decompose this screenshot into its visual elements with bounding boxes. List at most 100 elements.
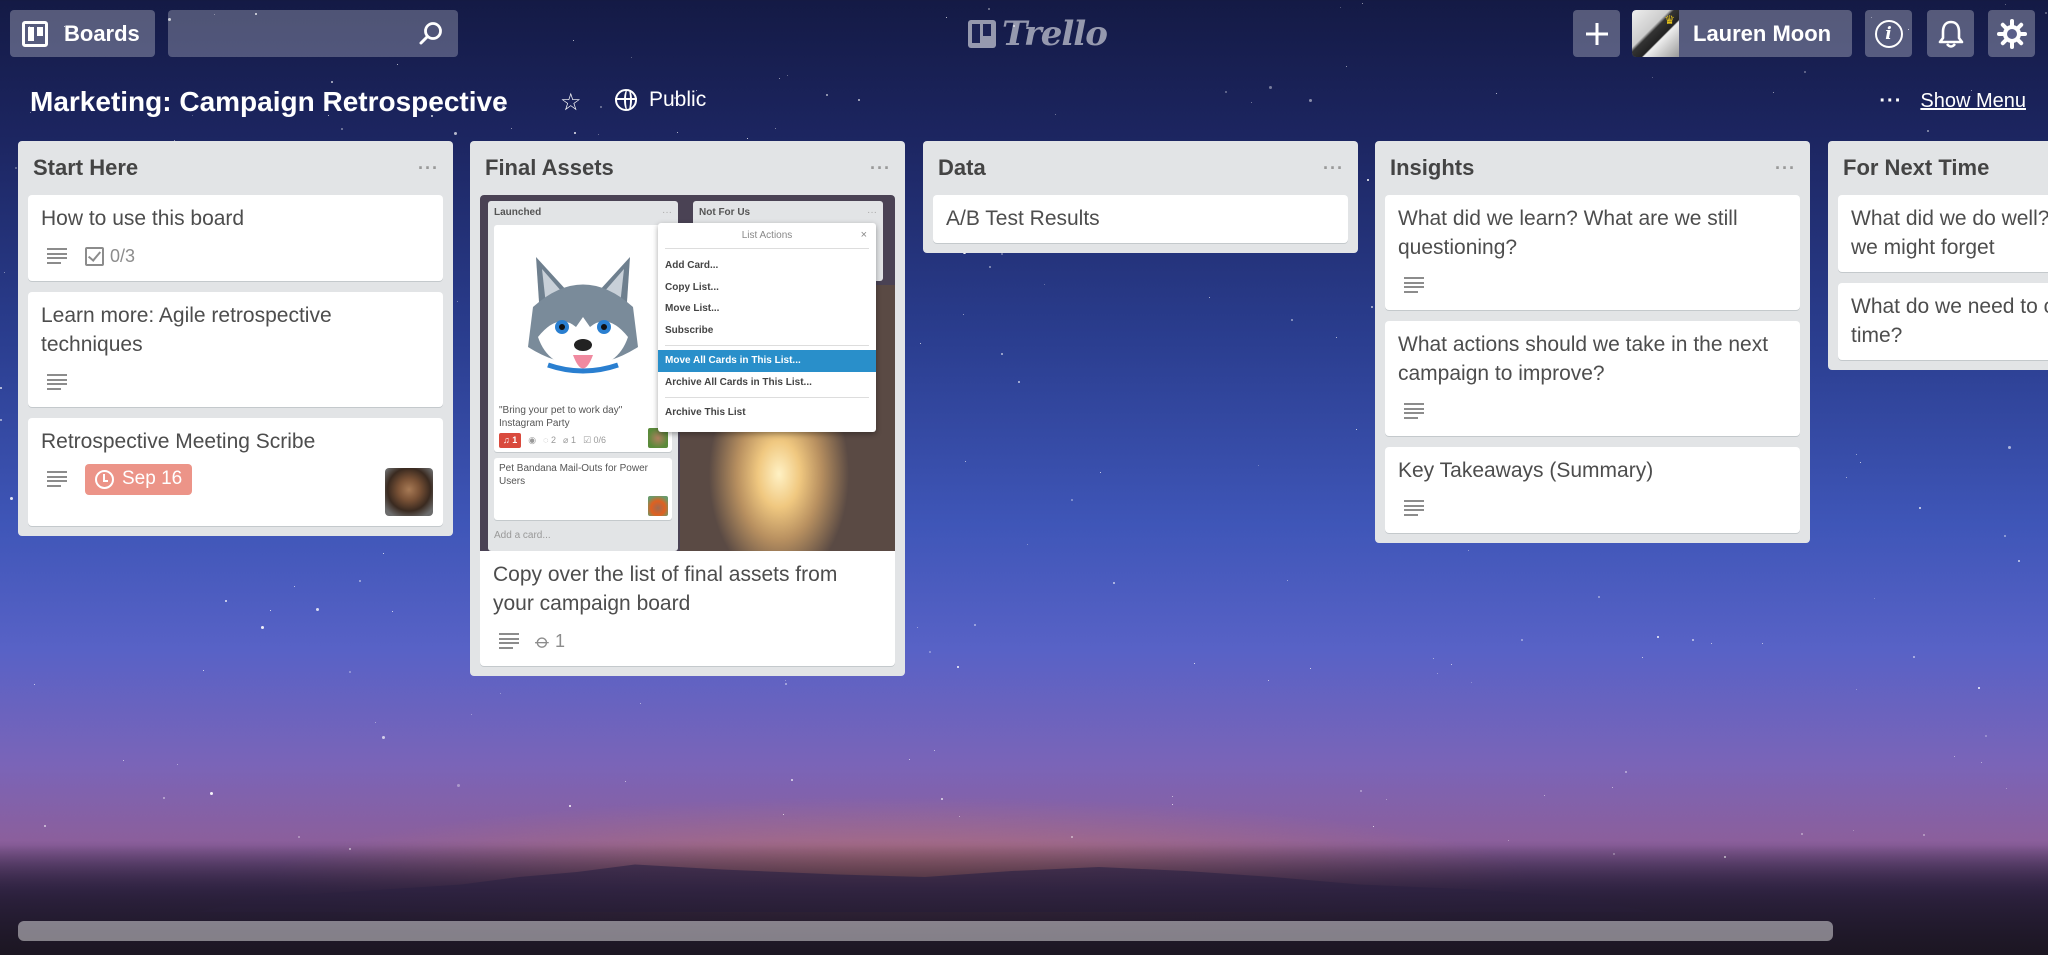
star bbox=[1071, 836, 1074, 839]
star bbox=[1451, 663, 1453, 665]
star bbox=[1268, 85, 1272, 89]
popover-header: List Actions × bbox=[665, 223, 869, 249]
settings-button[interactable] bbox=[1988, 10, 2035, 57]
star bbox=[858, 98, 861, 101]
visibility-button[interactable]: Public bbox=[615, 88, 706, 112]
list-menu-icon[interactable]: ··· bbox=[870, 158, 891, 179]
description-icon bbox=[1404, 403, 1424, 419]
add-button[interactable] bbox=[1573, 10, 1620, 57]
card[interactable]: Retrospective Meeting Scribe Sep 16 bbox=[28, 418, 443, 526]
star bbox=[1251, 102, 1253, 104]
star bbox=[774, 127, 776, 129]
star bbox=[1055, 113, 1057, 115]
card-badges: 0/3 bbox=[41, 241, 430, 271]
list-title[interactable]: Insights bbox=[1390, 155, 1474, 181]
show-menu-button[interactable]: ··· Show Menu bbox=[1879, 90, 2026, 113]
card-badges bbox=[1398, 270, 1787, 300]
star bbox=[454, 131, 458, 135]
star bbox=[1656, 635, 1659, 638]
card[interactable]: What did we do well? If we didn't discus… bbox=[1838, 195, 2048, 272]
star bbox=[1597, 596, 1600, 599]
star bbox=[1468, 549, 1470, 551]
attachment-badge: ⌀ 1 bbox=[563, 435, 576, 445]
list-title[interactable]: Start Here bbox=[33, 155, 138, 181]
card[interactable]: Learn more: Agile retrospective techniqu… bbox=[28, 292, 443, 407]
popover-item-archive-all-cards: Archive All Cards in This List... bbox=[665, 376, 812, 388]
star bbox=[2003, 535, 2006, 538]
member-avatar bbox=[648, 496, 668, 516]
list-menu-icon[interactable]: ··· bbox=[1775, 158, 1796, 179]
star bbox=[2008, 445, 2012, 449]
star bbox=[1193, 663, 1195, 665]
member-avatar[interactable] bbox=[385, 468, 433, 516]
star bbox=[1953, 755, 1955, 757]
list-title[interactable]: Data bbox=[938, 155, 986, 181]
card-title: A/B Test Results bbox=[946, 207, 1100, 230]
member-menu-button[interactable]: ♛ Lauren Moon bbox=[1632, 10, 1852, 57]
star bbox=[916, 627, 918, 629]
star bbox=[1208, 296, 1210, 298]
list-header: Data ··· bbox=[933, 141, 1348, 195]
card[interactable]: Launched ··· "Bring your pet to work day… bbox=[480, 195, 895, 666]
star bbox=[600, 106, 602, 109]
card[interactable]: Key Takeaways (Summary) bbox=[1385, 447, 1800, 533]
star bbox=[785, 680, 787, 682]
card-title: What did we learn? What are we still que… bbox=[1398, 207, 1738, 259]
notifications-button[interactable] bbox=[1927, 10, 1974, 57]
horizontal-scrollbar[interactable] bbox=[18, 921, 1833, 941]
boards-button[interactable]: Boards bbox=[10, 10, 155, 57]
cover-list-menu: ··· bbox=[867, 206, 877, 218]
card[interactable]: How to use this board 0/3 bbox=[28, 195, 443, 281]
popover-item-copy-list: Copy List... bbox=[665, 281, 719, 293]
list-menu-icon[interactable]: ··· bbox=[1323, 158, 1344, 179]
card[interactable]: What do we need to change for next time? bbox=[1838, 283, 2048, 360]
card-badges: Sep 16 bbox=[41, 463, 430, 495]
star bbox=[1309, 667, 1311, 669]
cover-list-menu: ··· bbox=[662, 206, 672, 218]
clock-icon bbox=[95, 469, 114, 489]
search-icon[interactable] bbox=[418, 21, 444, 47]
star bbox=[1432, 657, 1434, 659]
star bbox=[1044, 284, 1046, 286]
star bbox=[597, 134, 599, 136]
star bbox=[392, 610, 394, 612]
star bbox=[1543, 795, 1545, 797]
star bbox=[957, 666, 960, 669]
cover-list-header: Not For Us ··· bbox=[693, 201, 883, 223]
star bbox=[573, 131, 576, 134]
star bbox=[1070, 498, 1073, 501]
card[interactable]: What did we learn? What are we still que… bbox=[1385, 195, 1800, 310]
star bbox=[1436, 673, 1438, 675]
list-menu-icon[interactable]: ··· bbox=[418, 158, 439, 179]
star-board-button[interactable]: ☆ bbox=[560, 88, 582, 117]
star bbox=[1373, 826, 1375, 828]
star bbox=[340, 127, 343, 130]
list-title[interactable]: For Next Time bbox=[1843, 155, 1989, 181]
star bbox=[1520, 638, 1523, 641]
card-title: Copy over the list of final assets from … bbox=[493, 563, 838, 615]
card[interactable]: What actions should we take in the next … bbox=[1385, 321, 1800, 436]
star bbox=[1772, 92, 1774, 94]
star bbox=[1980, 761, 1982, 763]
due-date: Sep 16 bbox=[122, 468, 183, 489]
list-actions-popover: List Actions × Add Card... Copy List... … bbox=[658, 223, 876, 432]
info-button[interactable]: i bbox=[1865, 10, 1912, 57]
star bbox=[298, 836, 301, 839]
card-badges: ⌀ 1 bbox=[493, 626, 882, 656]
attachment-badge: ⌀ 1 bbox=[531, 629, 565, 654]
card-badges bbox=[1398, 493, 1787, 523]
card[interactable]: A/B Test Results bbox=[933, 195, 1348, 243]
star bbox=[383, 553, 384, 555]
star bbox=[625, 780, 627, 782]
star bbox=[122, 760, 124, 762]
board-title[interactable]: Marketing: Campaign Retrospective bbox=[30, 86, 508, 118]
star bbox=[457, 301, 459, 303]
list-title[interactable]: Final Assets bbox=[485, 155, 614, 181]
search-box[interactable] bbox=[168, 10, 458, 57]
star bbox=[1172, 795, 1174, 797]
description-icon bbox=[47, 248, 67, 264]
bell-icon bbox=[1938, 20, 1963, 48]
star bbox=[785, 682, 788, 685]
search-input[interactable] bbox=[168, 10, 458, 57]
trello-logo[interactable]: Trello bbox=[968, 14, 1108, 54]
